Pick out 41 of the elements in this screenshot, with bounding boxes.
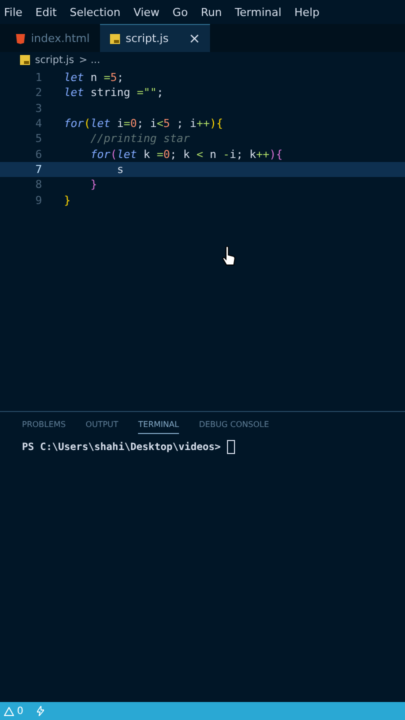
code-line: }: [89, 178, 98, 192]
terminal-cursor: [226, 440, 235, 454]
line-number: 7: [34, 162, 43, 176]
code-line: //printing star: [89, 132, 190, 146]
menu-item[interactable]: Edit: [35, 6, 57, 18]
code-line: let string ="";: [64, 86, 164, 100]
warning-icon: [4, 706, 14, 716]
close-icon[interactable]: ×: [188, 30, 200, 46]
line-number: 1: [34, 71, 43, 84]
editor-tab[interactable]: script.js ×: [100, 24, 210, 52]
menu-item[interactable]: Terminal: [234, 6, 282, 18]
terminal-prompt: PS C:\Users\shahi\Desktop\videos>: [22, 442, 221, 452]
js-file-icon: [20, 55, 30, 65]
code-line: s: [116, 162, 124, 176]
js-file-icon: [110, 34, 120, 44]
line-number: 4: [34, 117, 43, 130]
breadcrumb-file[interactable]: script.js: [35, 54, 74, 66]
panel-tab[interactable]: PROBLEMS: [22, 420, 66, 434]
line-number: 9: [34, 194, 43, 207]
line-number: 6: [34, 148, 43, 161]
code-line: let n =5;: [64, 71, 124, 84]
html-file-icon: [16, 34, 25, 44]
menu-item[interactable]: Go: [172, 6, 188, 18]
line-number: 3: [34, 102, 43, 115]
line-number: 5: [34, 132, 43, 146]
code-line: for(let k =0; k < n -i; k++){: [89, 148, 283, 161]
code-line: for(let i=0; i<5 ; i++){: [64, 117, 223, 130]
panel-tab[interactable]: TERMINAL: [138, 420, 179, 434]
line-number: 8: [34, 178, 43, 192]
menu-item[interactable]: File: [4, 6, 22, 18]
lightning-icon[interactable]: [37, 706, 44, 716]
menu-item[interactable]: View: [133, 6, 160, 18]
hand-pointer-icon: [222, 246, 236, 266]
panel-tab[interactable]: OUTPUT: [86, 420, 118, 434]
breadcrumb-path[interactable]: > ...: [79, 54, 100, 66]
menu-item[interactable]: Selection: [70, 6, 120, 18]
panel-tab[interactable]: DEBUG CONSOLE: [198, 420, 270, 434]
line-number: 2: [34, 86, 43, 100]
menu-item[interactable]: Help: [294, 6, 320, 18]
code-line: }: [64, 194, 71, 207]
menu-item[interactable]: Run: [200, 6, 222, 18]
